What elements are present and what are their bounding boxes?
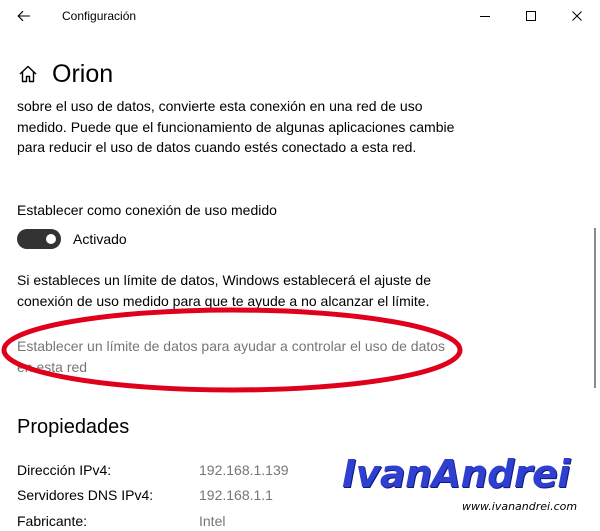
toggle-knob (46, 234, 56, 244)
close-button[interactable] (554, 0, 600, 32)
properties-title: Propiedades (17, 416, 130, 438)
metered-connection-label: Establecer como conexión de uso medido (17, 202, 277, 218)
arrow-left-icon (17, 10, 30, 22)
metered-description: sobre el uso de datos, convierte esta co… (17, 98, 455, 155)
maximize-button[interactable] (508, 0, 554, 32)
property-value: Intel (199, 513, 226, 529)
property-key: Dirección IPv4: (17, 462, 112, 478)
toggle-state-label: Activado (73, 231, 127, 247)
scrollbar[interactable] (592, 228, 598, 388)
title-bar: Configuración (0, 0, 600, 32)
property-key: Fabricante: (17, 513, 88, 529)
data-limit-description: Si estableces un límite de datos, Window… (17, 272, 432, 309)
set-data-limit-link[interactable]: Establecer un límite de datos para ayuda… (17, 336, 447, 377)
minimize-icon (480, 16, 490, 17)
back-button[interactable] (10, 4, 38, 28)
property-value: 192.168.1.139 (199, 462, 289, 478)
maximize-icon (526, 11, 536, 21)
watermark-url: www.ivanandrei.com (462, 500, 578, 513)
property-value: 192.168.1.1 (199, 487, 273, 503)
page-header: Orion (18, 58, 113, 90)
minimize-button[interactable] (462, 0, 508, 32)
page-title: Orion (52, 59, 114, 88)
property-key: Servidores DNS IPv4: (17, 487, 154, 503)
home-icon[interactable] (18, 64, 38, 84)
window-title: Configuración (62, 9, 137, 23)
metered-connection-toggle[interactable] (17, 229, 61, 249)
close-icon (572, 11, 582, 21)
watermark-logo: IvanAndrei (342, 452, 570, 496)
scrollbar-thumb[interactable] (594, 228, 596, 388)
